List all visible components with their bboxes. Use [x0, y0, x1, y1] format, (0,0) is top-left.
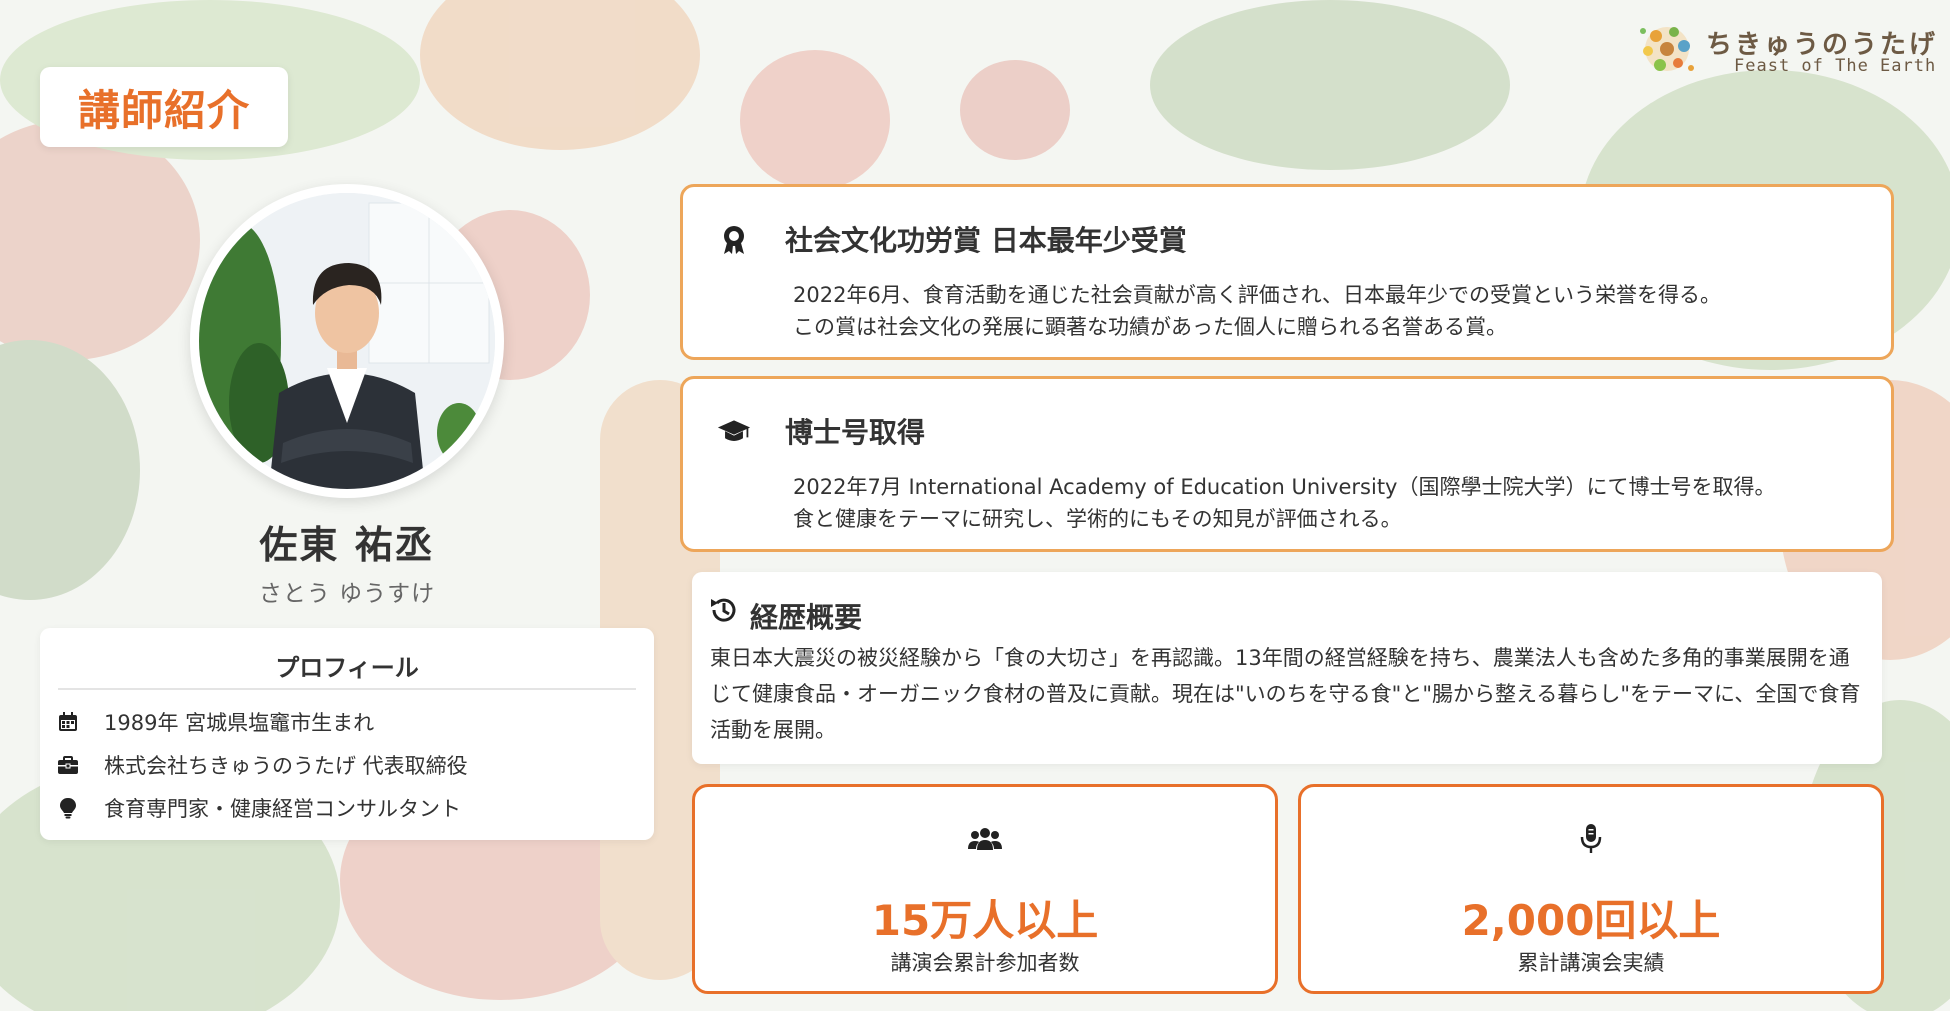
profile-item-role: 食育専門家・健康経営コンサルタント: [56, 786, 468, 829]
career-summary-card: 経歴概要 東日本大震災の被災経験から「食の大切さ」を再認識。13年間の経営経験を…: [692, 572, 1882, 764]
career-heading: 経歴概要: [750, 601, 863, 634]
achievement-card-doctorate: 博士号取得 2022年7月 International Academy of E…: [680, 376, 1894, 552]
instructor-photo: [190, 184, 504, 498]
achievement-description: 2022年7月 International Academy of Educati…: [793, 471, 1775, 535]
stat-label: 累計講演会実績: [1517, 951, 1665, 975]
career-text: 東日本大震災の被災経験から「食の大切さ」を再認識。13年間の経営経験を持ち、農業…: [710, 646, 1861, 742]
achievement-line: 2022年6月、食育活動を通じた社会貢献が高く評価され、日本最年少での受賞という…: [793, 283, 1722, 307]
stat-label: 講演会累計参加者数: [890, 951, 1080, 975]
graduation-cap-icon: [717, 415, 751, 449]
calendar-icon: [56, 710, 80, 734]
stat-card-lectures: 2,000回以上 累計講演会実績: [1298, 784, 1884, 994]
instructor-name-kana: さとう ゆうすけ: [258, 581, 436, 607]
profile-card: プロフィール 1989年 宮城県塩竈市生まれ 株式会社ちきゅうのうたげ 代表取締…: [40, 628, 654, 840]
achievement-description: 2022年6月、食育活動を通じた社会貢献が高く評価され、日本最年少での受賞という…: [793, 279, 1721, 343]
profile-item-text: 食育専門家・健康経営コンサルタント: [104, 796, 461, 821]
stat-value: 2,000回以上: [1461, 896, 1721, 945]
achievement-line: 食と健康をテーマに研究し、学術的にもその知見が評価される。: [793, 507, 1402, 531]
users-icon: [695, 821, 1275, 857]
profile-heading: プロフィール: [275, 654, 419, 682]
profile-item-text: 株式会社ちきゅうのうたげ 代表取締役: [104, 753, 468, 778]
page-title-box: 講師紹介: [40, 67, 288, 147]
profile-list: 1989年 宮城県塩竈市生まれ 株式会社ちきゅうのうたげ 代表取締役 食育専門家…: [56, 700, 468, 829]
lightbulb-icon: [56, 796, 80, 820]
briefcase-icon: [56, 753, 80, 777]
profile-item-text: 1989年 宮城県塩竈市生まれ: [104, 710, 375, 735]
achievement-line: 2022年7月 International Academy of Educati…: [793, 475, 1776, 499]
achievement-line: この賞は社会文化の発展に顕著な功績があった個人に贈られる名誉ある賞。: [793, 315, 1507, 339]
achievement-card-award: 社会文化功労賞 日本最年少受賞 2022年6月、食育活動を通じた社会貢献が高く評…: [680, 184, 1894, 360]
stat-card-participants: 15万人以上 講演会累計参加者数: [692, 784, 1278, 994]
profile-item-company: 株式会社ちきゅうのうたげ 代表取締役: [56, 743, 468, 786]
history-icon: [708, 594, 740, 626]
instructor-name: 佐東 祐丞: [259, 523, 435, 567]
stat-value: 15万人以上: [871, 896, 1099, 945]
logo-mark-icon: [1640, 27, 1694, 71]
brand-logo: ちきゅうのうたげ Feast of The Earth: [1634, 16, 1937, 86]
microphone-icon: [1301, 821, 1881, 857]
achievement-title: 博士号取得: [785, 416, 926, 449]
brand-subtitle: Feast of The Earth: [1734, 56, 1937, 76]
instructor-portrait-image: [199, 193, 495, 489]
profile-item-birth: 1989年 宮城県塩竈市生まれ: [56, 700, 468, 743]
award-icon: [717, 223, 751, 257]
achievement-title: 社会文化功労賞 日本最年少受賞: [785, 224, 1187, 257]
page-title: 講師紹介: [77, 85, 250, 135]
profile-divider: [58, 688, 636, 690]
